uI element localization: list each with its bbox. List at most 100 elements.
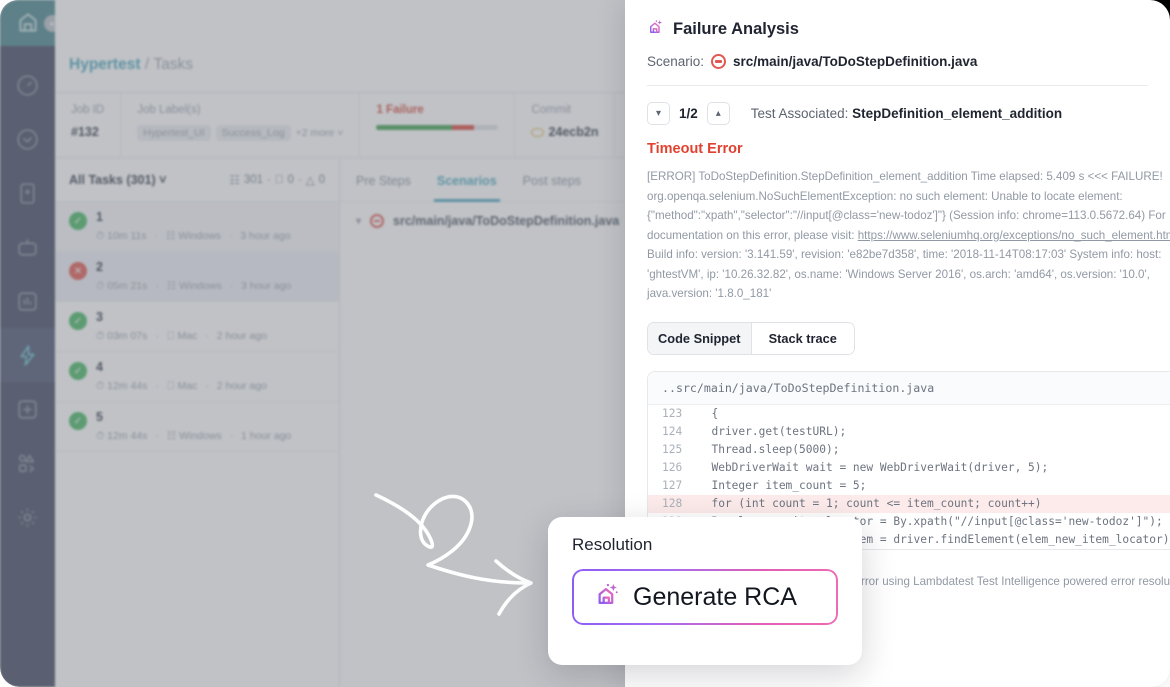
ai-sparkle-icon <box>647 18 665 41</box>
meta-sep: · <box>155 430 159 442</box>
windows-icon: ☷ <box>167 280 176 292</box>
task-number: 5 <box>96 410 291 425</box>
task-time: 2 hour ago <box>217 330 267 342</box>
panel-tabbar: Code Snippet Stack trace <box>647 322 855 355</box>
task-number: 2 <box>96 260 291 275</box>
task-row[interactable]: ✕ 2 ⏱ 05m 21s · ☷ Windows · 3 hour ago <box>55 252 339 302</box>
sidebar-item-add-new[interactable] <box>0 382 55 436</box>
linux-count: 0 <box>319 174 325 186</box>
line-code: Thread.sleep(5000); <box>698 441 839 459</box>
job-label-chip[interactable]: Hypertest_UI <box>137 125 210 141</box>
line-number: 124 <box>648 423 698 441</box>
task-os: Windows <box>179 430 222 442</box>
code-line-highlighted: 128 for (int count = 1; count <= item_co… <box>648 495 1170 513</box>
chevron-down-icon[interactable]: ▾ <box>356 216 361 227</box>
task-os: Mac <box>178 330 198 342</box>
sidebar-item-app-testing[interactable] <box>0 166 55 220</box>
left-nav-rail: ▸ <box>0 0 55 687</box>
job-label-chip[interactable]: Success_Log <box>216 125 291 141</box>
sidebar-item-hyperexecute[interactable] <box>0 328 55 382</box>
commit-value[interactable]: 24ecb2n <box>548 125 598 139</box>
meta-sep: · <box>205 380 209 392</box>
error-circle-icon <box>370 214 384 228</box>
clock-icon: ⏱ <box>96 430 104 442</box>
tab-stack-trace[interactable]: Stack trace <box>752 323 855 354</box>
breadcrumb-root[interactable]: Hypertest <box>69 56 141 73</box>
tab-code-snippet[interactable]: Code Snippet <box>648 323 752 354</box>
job-cell-job-id: Job ID #132 <box>55 93 121 157</box>
status-icon-passed: ✓ <box>69 412 87 430</box>
code-line: 125 Thread.sleep(5000); <box>648 441 1170 459</box>
pointer-arrow-doodle <box>368 462 578 642</box>
scenario-value: src/main/java/ToDoStepDefinition.java <box>733 54 977 69</box>
generate-rca-label: Generate RCA <box>633 583 797 612</box>
chevron-right-icon[interactable]: ▸ <box>44 15 55 32</box>
error-body: [ERROR] ToDoStepDefinition.StepDefinitio… <box>625 157 1170 304</box>
breadcrumb-current: Tasks <box>153 56 193 73</box>
test-associated-row: ▾ 1/2 ▴ Test Associated: StepDefinition_… <box>625 86 1170 125</box>
sidebar-item-analytics[interactable] <box>0 274 55 328</box>
pass-fail-bar <box>376 125 498 130</box>
job-id-value: #132 <box>71 125 104 139</box>
selenium-docs-link[interactable]: https://www.seleniumhq.org/exceptions/no… <box>858 229 1170 242</box>
status-icon-passed: ✓ <box>69 212 87 230</box>
callout-title: Resolution <box>572 535 838 555</box>
ai-sparkle-icon <box>594 581 621 613</box>
task-os: Windows <box>178 230 221 242</box>
meta-sep: · <box>155 380 159 392</box>
task-time: 3 hour ago <box>241 280 291 292</box>
task-time: 1 hour ago <box>241 430 291 442</box>
meta-sep: · <box>230 280 234 292</box>
error-circle-icon <box>711 54 726 69</box>
pager-down-button[interactable]: ▾ <box>647 102 670 125</box>
breadcrumb-separator: / <box>145 56 149 73</box>
scenario-file-label: src/main/java/ToDoStepDefinition.java <box>393 214 619 228</box>
error-title: Timeout Error <box>625 125 1170 157</box>
meta-sep: · <box>205 330 209 342</box>
job-labels-chips: Hypertest_UI Success_Log +2 more ˅ <box>137 125 343 141</box>
task-duration: 10m 11s <box>107 230 147 242</box>
tab-post-steps[interactable]: Post steps <box>523 158 581 202</box>
clock-icon: ⏱ <box>96 280 104 292</box>
apple-count: 0 <box>287 174 293 186</box>
all-tasks-dropdown[interactable]: All Tasks (301) ˅ <box>69 173 166 187</box>
line-number: 125 <box>648 441 698 459</box>
sidebar-item-automation[interactable] <box>0 220 55 274</box>
app-screenshot: ▸ <box>0 0 1170 687</box>
meta-sep: · <box>155 230 159 242</box>
sidebar-item-dashboard[interactable] <box>0 58 55 112</box>
job-labels-more[interactable]: +2 more ˅ <box>296 127 344 139</box>
task-row[interactable]: ✓ 3 ⏱ 03m 07s ·  Mac · 2 hour ago <box>55 302 339 352</box>
job-cell-job-labels: Job Label(s) Hypertest_UI Success_Log +2… <box>121 93 360 157</box>
clock-icon: ⏱ <box>96 230 104 242</box>
task-time: 2 hour ago <box>217 380 267 392</box>
task-duration: 05m 21s <box>107 280 147 292</box>
resolution-callout: Resolution Generate RCA <box>548 517 862 665</box>
generate-rca-button[interactable]: Generate RCA <box>572 569 838 625</box>
count-sep: · <box>298 174 302 186</box>
os-counts: ☷ 301 ·  0 · △ 0 <box>230 173 325 187</box>
windows-icon: ☷ <box>166 230 175 242</box>
clock-icon: ⏱ <box>96 380 104 392</box>
task-time: 3 hour ago <box>240 230 290 242</box>
linux-icon: △ <box>306 173 315 187</box>
line-code: Integer item_count = 5; <box>698 477 866 495</box>
sidebar-item-realtime-testing[interactable] <box>0 112 55 166</box>
task-row[interactable]: ✓ 4 ⏱ 12m 44s ·  Mac · 2 hour ago <box>55 352 339 402</box>
task-row[interactable]: ✓ 1 ⏱ 10m 11s · ☷ Windows · 3 hour ago <box>55 202 339 252</box>
task-duration: 12m 44s <box>107 380 147 392</box>
windows-icon: ☷ <box>230 173 240 187</box>
task-meta: ⏱ 10m 11s · ☷ Windows · 3 hour ago <box>96 230 290 243</box>
code-line: 126 WebDriverWait wait = new WebDriverWa… <box>648 459 1170 477</box>
error-body-post: Build info: version: '3.141.59', revisio… <box>647 248 1161 300</box>
meta-sep: · <box>155 280 159 292</box>
task-row[interactable]: ✓ 5 ⏱ 12m 44s · ☷ Windows · 1 hour ago <box>55 402 339 452</box>
pager-up-button[interactable]: ▴ <box>707 102 730 125</box>
tab-pre-steps[interactable]: Pre Steps <box>356 158 411 202</box>
page-title: Failure Analysis <box>647 18 1148 41</box>
tab-scenarios[interactable]: Scenarios <box>437 158 497 202</box>
sidebar-item-integrations[interactable] <box>0 436 55 490</box>
meta-sep: · <box>155 330 159 342</box>
code-line: 124 driver.get(testURL); <box>648 423 1170 441</box>
sidebar-item-settings[interactable] <box>0 490 55 544</box>
